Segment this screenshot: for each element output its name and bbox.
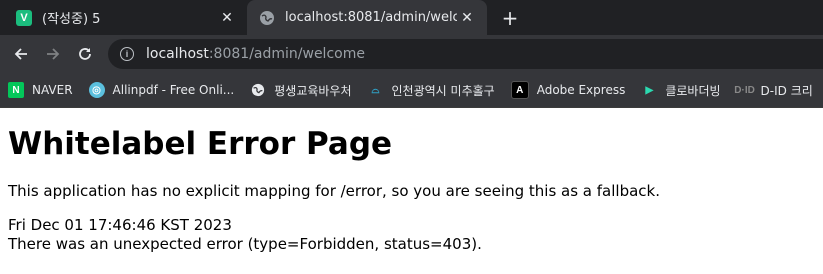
- close-icon[interactable]: ✕: [457, 8, 477, 28]
- tab-strip: V (작성중) 5 ✕ localhost:8081/admin/welcome…: [0, 0, 823, 35]
- clova-icon: ▶: [645, 84, 654, 96]
- bookmark-naver[interactable]: N NAVER: [8, 82, 73, 98]
- forward-button[interactable]: [37, 38, 69, 70]
- error-details: Fri Dec 01 17:46:46 KST 2023 There was a…: [8, 216, 815, 254]
- naver-icon: N: [8, 82, 24, 98]
- v-logo-icon: V: [16, 9, 32, 26]
- tab-welcome[interactable]: localhost:8081/admin/welcome ✕: [247, 0, 487, 35]
- tab-title: localhost:8081/admin/welcome: [285, 10, 457, 25]
- bookmark-label: 인천광역시 미추홀구: [391, 83, 495, 98]
- bookmark-label: 클로바더빙: [665, 83, 721, 98]
- adobe-icon: A: [510, 81, 529, 99]
- bookmark-label: Allinpdf - Free Onli...: [112, 83, 235, 97]
- new-tab-button[interactable]: +: [497, 5, 523, 31]
- bookmark-did[interactable]: D·ID D-ID 크리: [734, 82, 813, 99]
- globe-icon: [250, 82, 266, 98]
- page-title: Whitelabel Error Page: [8, 126, 393, 162]
- error-status: There was an unexpected error (type=Forb…: [8, 235, 482, 253]
- url-path: :8081/admin/welcome: [208, 46, 365, 62]
- error-timestamp: Fri Dec 01 17:46:46 KST 2023: [8, 216, 232, 234]
- back-button[interactable]: [5, 38, 37, 70]
- bookmark-label: Adobe Express: [536, 83, 626, 97]
- reload-icon: [79, 48, 91, 60]
- arrow-left-icon: [14, 48, 27, 60]
- bookmark-label: 평생교육바우처: [274, 83, 352, 98]
- browser-chrome: V (작성중) 5 ✕ localhost:8081/admin/welcome…: [0, 0, 823, 108]
- close-icon[interactable]: ✕: [217, 8, 237, 28]
- bookmark-incheon[interactable]: ⌓ 인천광역시 미추홀구: [368, 82, 495, 99]
- reload-button[interactable]: [69, 38, 101, 70]
- address-url: localhost:8081/admin/welcome: [146, 46, 365, 62]
- tab-draft[interactable]: V (작성중) 5 ✕: [0, 0, 247, 35]
- arrow-right-icon: [47, 48, 60, 60]
- bookmark-allinpdf[interactable]: ◎ Allinpdf - Free Onli...: [88, 82, 235, 98]
- address-bar[interactable]: i localhost:8081/admin/welcome: [108, 39, 823, 69]
- bookmarks-bar: N NAVER ◎ Allinpdf - Free Onli... 평생교육바우…: [0, 73, 823, 108]
- toolbar: i localhost:8081/admin/welcome: [0, 35, 823, 73]
- info-icon[interactable]: i: [120, 47, 134, 61]
- did-icon: D·ID: [734, 84, 755, 96]
- page-content: Whitelabel Error Page This application h…: [0, 108, 823, 262]
- bookmark-clova[interactable]: ▶ 클로바더빙: [641, 82, 720, 99]
- globe-icon: [259, 10, 275, 26]
- incheon-icon: ⌓: [371, 84, 380, 96]
- tab-title: (작성중) 5: [42, 12, 101, 27]
- error-message: This application has no explicit mapping…: [8, 182, 660, 200]
- bookmark-label: D-ID 크리: [760, 83, 813, 98]
- url-host: localhost: [146, 46, 209, 62]
- allinpdf-icon: ◎: [88, 82, 105, 98]
- bookmark-voucher[interactable]: 평생교육바우처: [250, 82, 352, 99]
- bookmark-label: NAVER: [32, 83, 73, 97]
- bookmark-adobe-express[interactable]: A Adobe Express: [510, 81, 626, 99]
